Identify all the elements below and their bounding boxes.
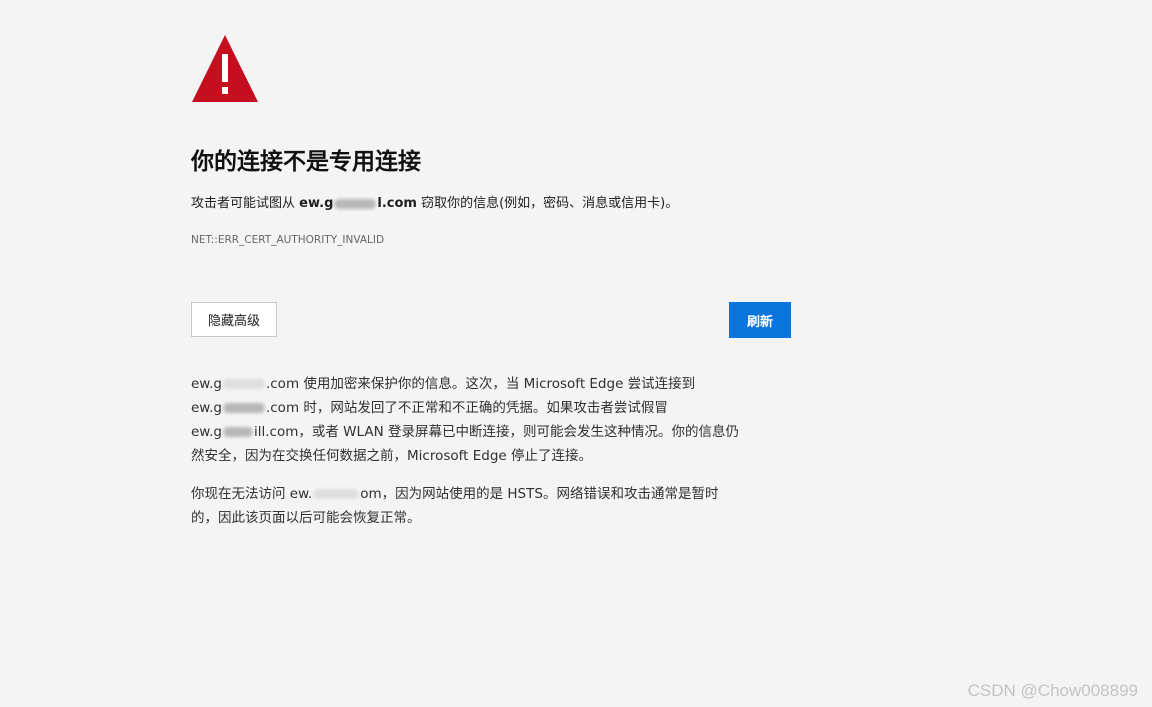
button-row: 隐藏高级 刷新 bbox=[191, 302, 791, 338]
advanced-details: ew.g .com 使用加密来保护你的信息。这次，当 Microsoft Edge… bbox=[191, 372, 791, 530]
line-text: 的，因此该页面以后可能会恢复正常。 bbox=[191, 510, 421, 526]
error-description: 攻击者可能试图从 ew.g l.com 窃取你的信息(例如，密码、消息或信用卡)。 bbox=[191, 194, 791, 214]
description-prefix: 攻击者可能试图从 bbox=[191, 196, 300, 211]
details-paragraph-2: 你现在无法访问 ew. om，因为网站使用的是 HSTS。网络错误和攻击通常是暂时… bbox=[191, 482, 791, 530]
line-text: om，因为网站使用的是 HSTS。网络错误和攻击通常是暂时 bbox=[360, 486, 719, 502]
domain-end: l.com bbox=[377, 196, 417, 211]
description-domain: ew.g l.com bbox=[299, 196, 417, 211]
line-text: ew.g bbox=[191, 400, 222, 416]
page-title: 你的连接不是专用连接 bbox=[191, 149, 421, 175]
line-text: .com，或者 WLAN 登录屏幕已中断连接，则可能会发生这种情况。你的信息仍 bbox=[265, 424, 739, 440]
line-text: .com 使用加密来保护你的信息。这次，当 Microsoft Edge 尝试连… bbox=[265, 376, 696, 392]
refresh-button[interactable]: 刷新 bbox=[729, 302, 791, 338]
line-text: ill bbox=[253, 424, 266, 440]
redacted-text bbox=[313, 489, 360, 499]
error-code: NET::ERR_CERT_AUTHORITY_INVALID bbox=[191, 234, 385, 246]
hide-advanced-button[interactable]: 隐藏高级 bbox=[191, 302, 277, 337]
error-content: 你的连接不是专用连接 攻击者可能试图从 ew.g l.com 窃取你的信息(例如，… bbox=[191, 34, 791, 544]
domain-start: ew.g bbox=[299, 196, 334, 211]
redacted-text bbox=[222, 427, 253, 437]
line-text: 你现在无法访问 ew. bbox=[191, 486, 313, 502]
line-text: ew.g bbox=[191, 424, 222, 440]
redacted-text bbox=[334, 198, 377, 209]
description-suffix: 窃取你的信息(例如，密码、消息或信用卡)。 bbox=[416, 196, 679, 211]
watermark: CSDN @Chow008899 bbox=[967, 681, 1138, 700]
details-paragraph-1: ew.g .com 使用加密来保护你的信息。这次，当 Microsoft Edge… bbox=[191, 372, 791, 468]
line-text: ew.g bbox=[191, 376, 222, 392]
line-text: .com 时，网站发回了不正常和不正确的凭据。如果攻击者尝试假冒 bbox=[265, 400, 668, 416]
warning-triangle-icon bbox=[192, 35, 258, 102]
browser-error-page: 你的连接不是专用连接 攻击者可能试图从 ew.g l.com 窃取你的信息(例如，… bbox=[0, 0, 1152, 707]
line-text: 然安全，因为在交换任何数据之前，Microsoft Edge 停止了连接。 bbox=[191, 448, 592, 464]
redacted-text bbox=[222, 403, 265, 413]
redacted-text bbox=[222, 379, 265, 389]
